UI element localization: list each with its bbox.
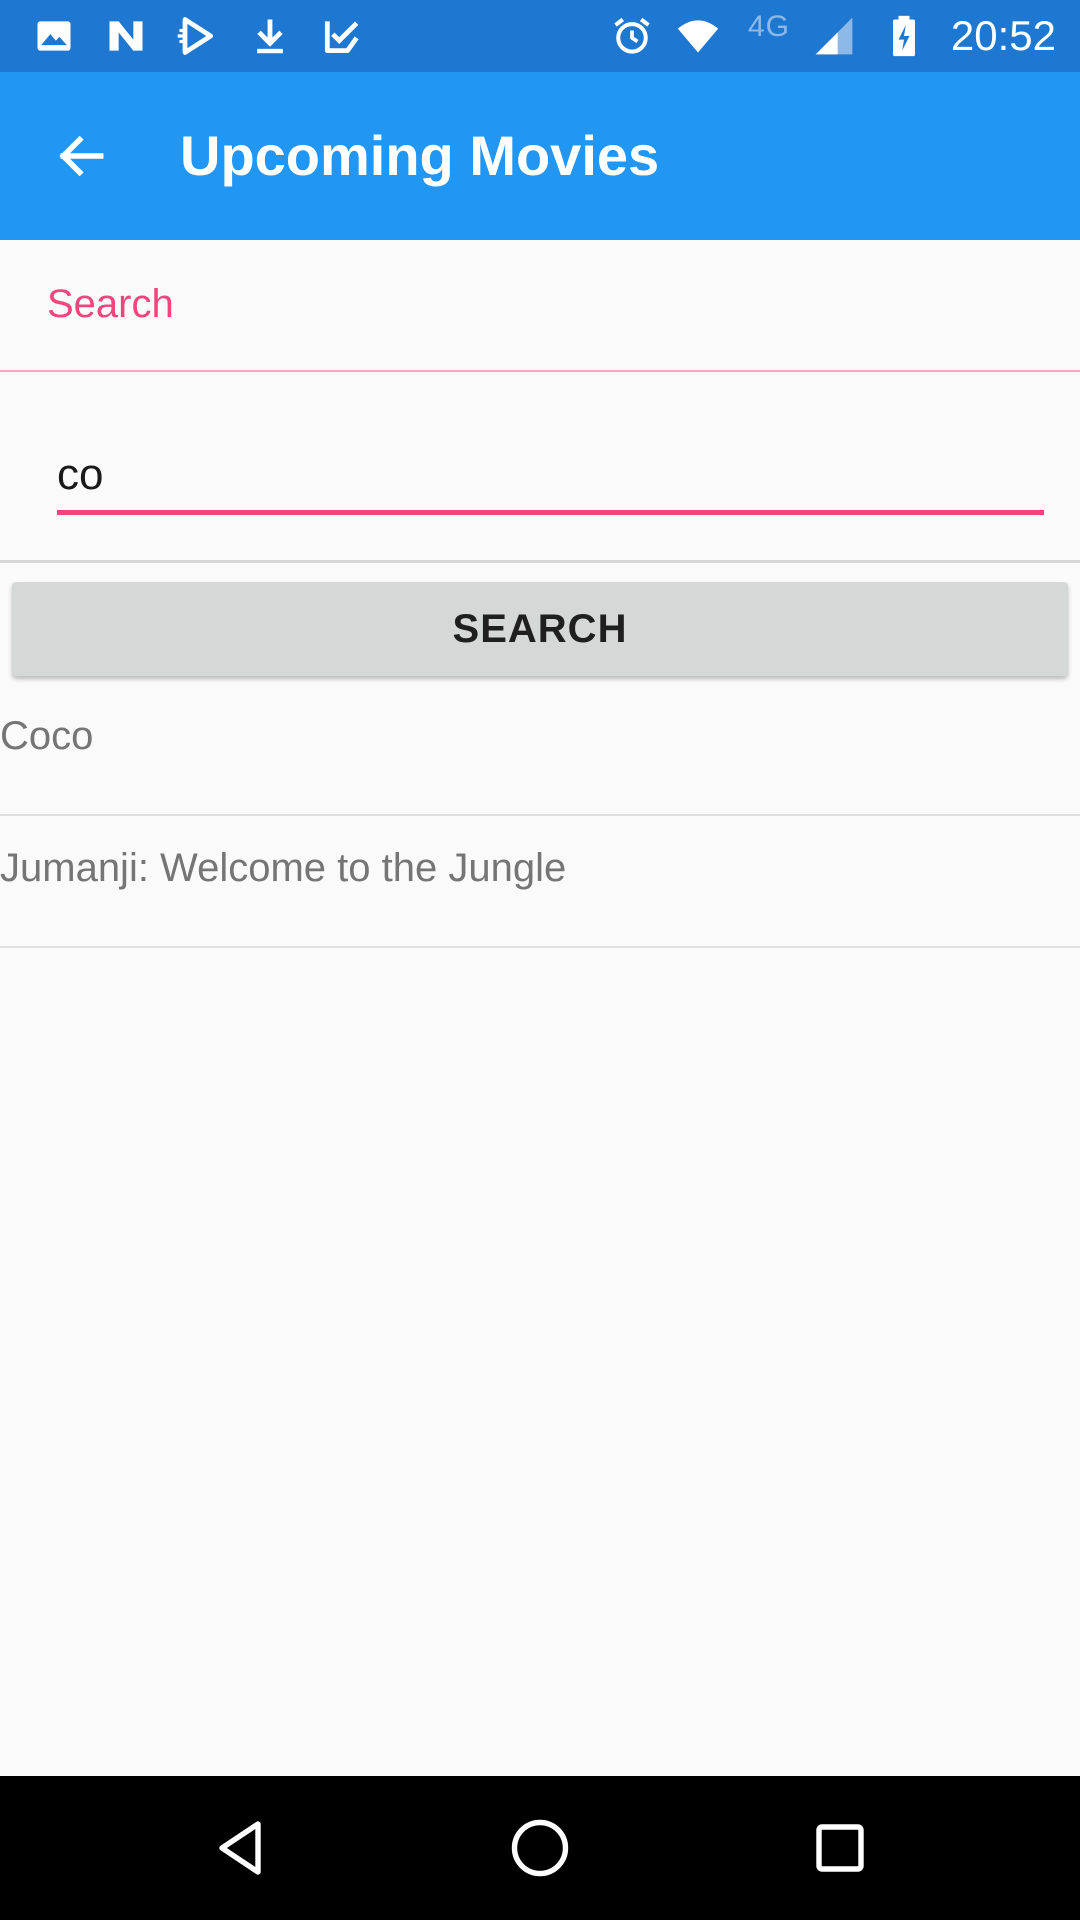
n-logo-icon xyxy=(102,12,150,60)
input-area-divider xyxy=(0,560,1080,563)
wifi-icon xyxy=(674,12,722,60)
page-title: Upcoming Movies xyxy=(180,124,660,187)
list-item-title: Coco xyxy=(0,714,94,758)
download-icon xyxy=(246,12,294,60)
gallery-icon xyxy=(30,12,78,60)
clipboard-check-icon xyxy=(318,12,366,60)
status-time: 20:52 xyxy=(950,12,1056,59)
alarm-icon xyxy=(608,12,656,60)
nav-recents-button[interactable] xyxy=(800,1808,880,1888)
play-store-icon xyxy=(172,12,220,60)
search-button[interactable]: SEARCH xyxy=(12,582,1068,676)
arrow-left-icon xyxy=(59,135,104,177)
section-divider xyxy=(0,370,1080,372)
app-bar: Upcoming Movies xyxy=(0,72,1080,240)
nav-back-button[interactable] xyxy=(200,1808,280,1888)
recents-square-icon xyxy=(816,1824,864,1872)
search-input[interactable] xyxy=(57,440,1044,515)
search-section-label: Search xyxy=(47,282,174,326)
nav-home-button[interactable] xyxy=(500,1808,580,1888)
list-item[interactable]: Jumanji: Welcome to the Jungle xyxy=(0,816,1080,948)
home-circle-icon xyxy=(511,1819,569,1877)
signal-icon xyxy=(810,12,858,60)
battery-charging-icon xyxy=(880,12,928,60)
network-type-label: 4G xyxy=(748,10,791,43)
status-bar: 4G 20:52 xyxy=(0,0,1080,72)
list-item[interactable]: Coco xyxy=(0,684,1080,816)
back-button[interactable] xyxy=(42,116,122,196)
back-triangle-icon xyxy=(219,1821,261,1875)
results-list: Coco Jumanji: Welcome to the Jungle xyxy=(0,684,1080,948)
navigation-bar xyxy=(0,1776,1080,1920)
list-item-title: Jumanji: Welcome to the Jungle xyxy=(0,846,567,890)
